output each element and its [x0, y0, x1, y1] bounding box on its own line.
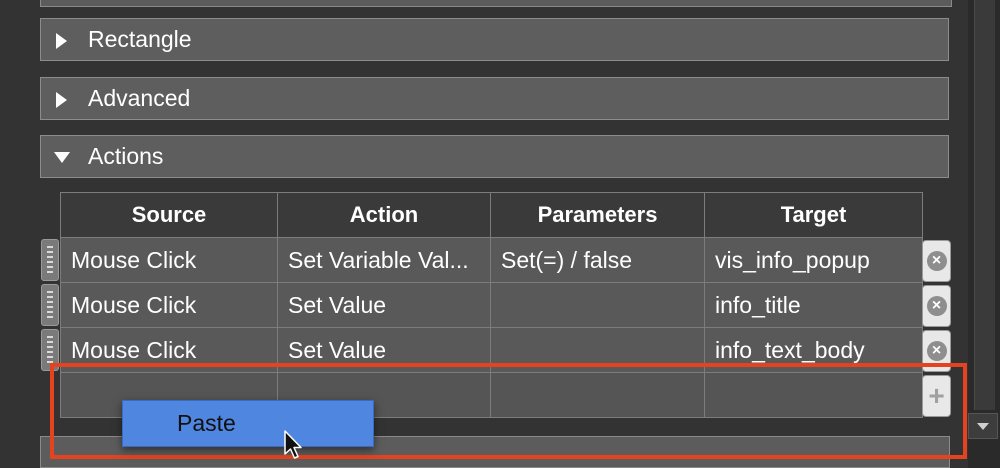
triangle-down-icon [54, 148, 70, 166]
column-header-action[interactable]: Action [277, 192, 491, 238]
scrollbar-track[interactable] [974, 0, 995, 410]
delete-row-button[interactable]: × [922, 330, 951, 372]
delete-row-icon: × [926, 296, 947, 316]
cell-empty[interactable] [704, 372, 923, 418]
section-advanced[interactable]: Advanced [40, 77, 949, 120]
actions-table: Source Action Parameters Target Mouse Cl… [60, 192, 923, 418]
triangle-right-icon [54, 90, 68, 108]
drag-grip-icon[interactable] [41, 284, 59, 326]
table-row[interactable]: Mouse Click Set Variable Val... Set(=) /… [60, 237, 923, 283]
cell-action[interactable]: Set Variable Val... [277, 237, 491, 283]
delete-row-button[interactable]: × [922, 285, 951, 327]
section-label: Advanced [88, 85, 191, 111]
context-menu: Paste [122, 400, 374, 447]
section-label: Rectangle [88, 26, 192, 52]
delete-row-icon: × [926, 341, 947, 361]
delete-row-button[interactable]: × [922, 240, 951, 282]
column-header-parameters[interactable]: Parameters [490, 192, 705, 238]
table-row[interactable]: Mouse Click Set Value info_text_body [60, 327, 923, 373]
table-row[interactable]: Mouse Click Set Value info_title [60, 282, 923, 328]
column-header-target[interactable]: Target [704, 192, 923, 238]
cell-target[interactable]: info_text_body [704, 327, 923, 373]
cell-source[interactable]: Mouse Click [60, 282, 278, 328]
cell-parameters[interactable] [490, 282, 705, 328]
table-header-row: Source Action Parameters Target [60, 192, 923, 238]
cell-parameters[interactable]: Set(=) / false [490, 237, 705, 283]
drag-grip-icon[interactable] [41, 239, 59, 281]
section-rectangle[interactable]: Rectangle [40, 18, 949, 61]
cell-source[interactable]: Mouse Click [60, 327, 278, 373]
section-label: Actions [88, 143, 164, 169]
menu-item-paste[interactable]: Paste [177, 410, 236, 437]
cell-empty[interactable] [490, 372, 705, 418]
cell-source[interactable]: Mouse Click [60, 237, 278, 283]
cell-target[interactable]: vis_info_popup [704, 237, 923, 283]
cell-target[interactable]: info_title [704, 282, 923, 328]
plus-icon: + [928, 380, 945, 411]
triangle-right-icon [54, 31, 68, 49]
section-actions[interactable]: Actions [40, 135, 949, 178]
mouse-cursor-icon [284, 430, 302, 459]
drag-grip-icon[interactable] [41, 329, 59, 371]
cell-action[interactable]: Set Value [277, 327, 491, 373]
panel-above [40, 0, 952, 7]
cell-action[interactable]: Set Value [277, 282, 491, 328]
column-header-source[interactable]: Source [60, 192, 278, 238]
add-row-button[interactable]: + [922, 375, 951, 417]
cell-parameters[interactable] [490, 327, 705, 373]
scroll-down-arrow-icon[interactable] [968, 413, 998, 439]
delete-row-icon: × [926, 251, 947, 271]
